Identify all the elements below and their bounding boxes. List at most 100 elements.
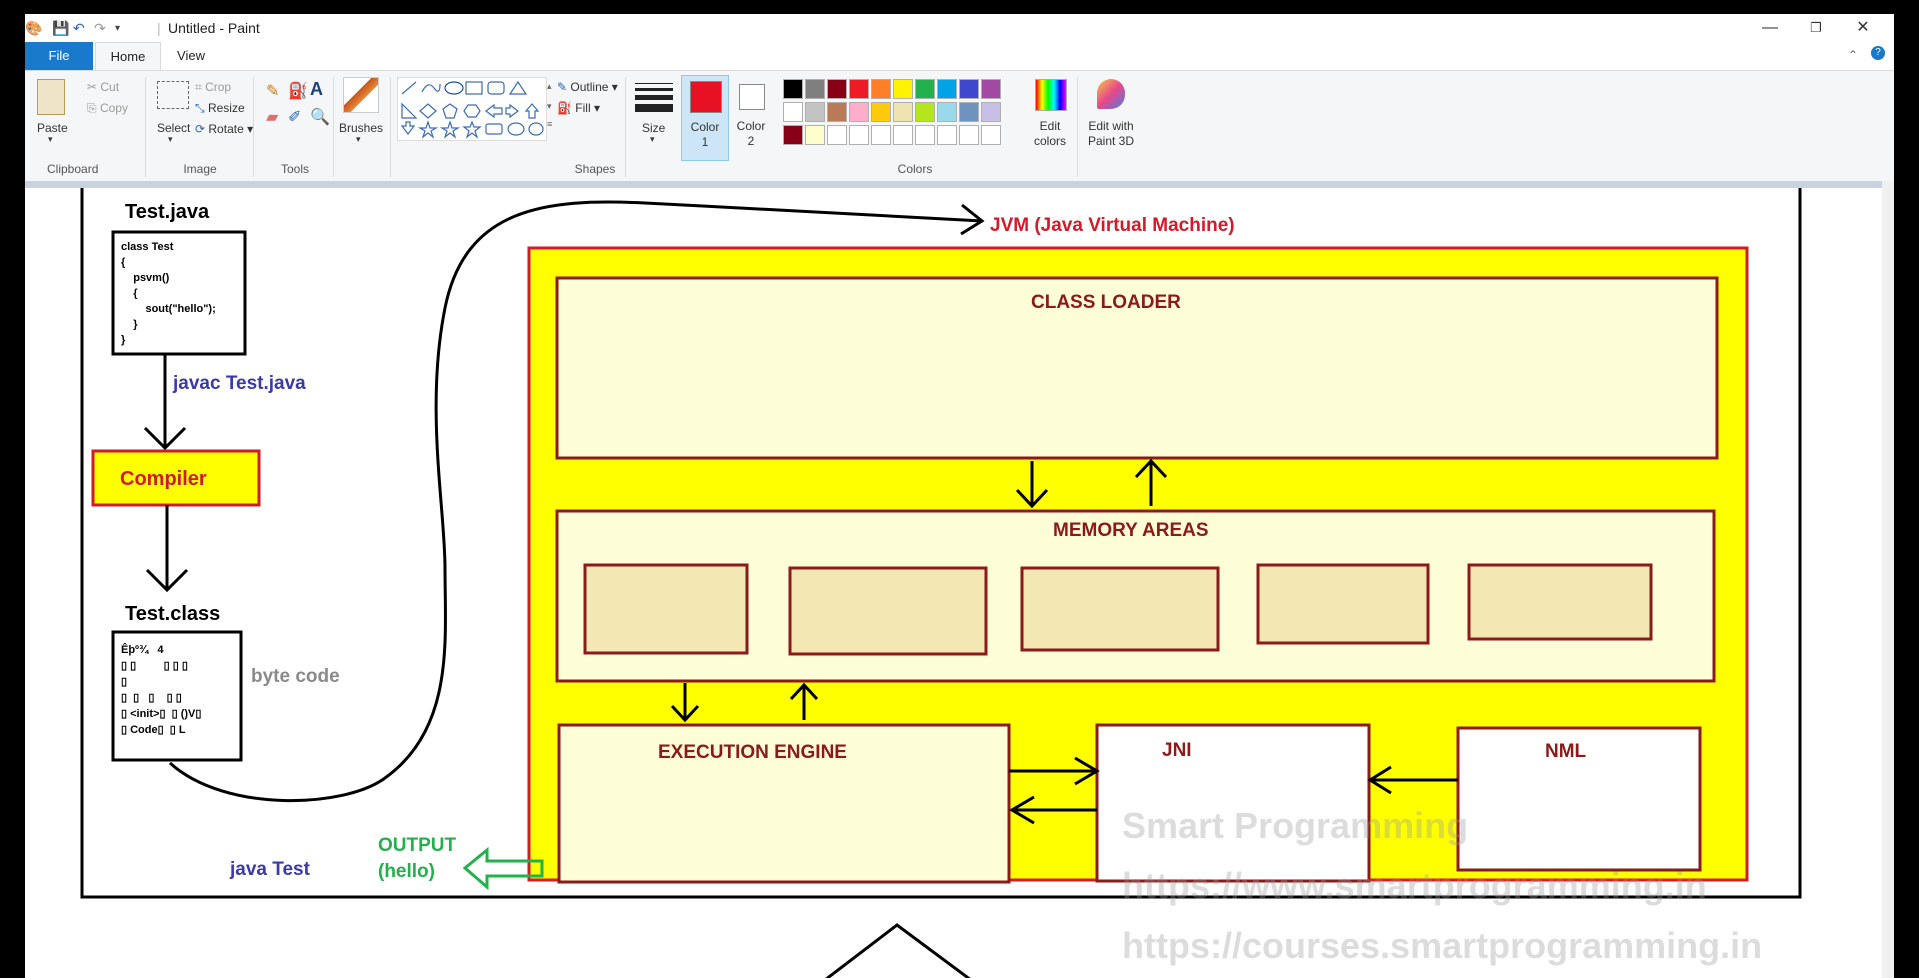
palette-swatch[interactable] bbox=[827, 102, 847, 122]
palette-swatch[interactable] bbox=[827, 79, 847, 99]
jvm-diagram: Test.java class Test { psvm() { sout("hel… bbox=[80, 188, 1802, 978]
palette-swatch[interactable] bbox=[893, 102, 913, 122]
pencil-icon[interactable]: ✎ bbox=[266, 81, 279, 101]
title-bar: 🎨 💾 ↶ ↷ ▾ | Untitled - Paint — ❐ ✕ bbox=[25, 14, 1894, 42]
magnifier-icon[interactable]: 🔍 bbox=[310, 107, 330, 127]
bytecode-line: ▯ ▯ ▯ ▯ ▯ bbox=[121, 692, 182, 704]
execution-engine-label: EXECUTION ENGINE bbox=[658, 742, 847, 763]
palette-swatch[interactable] bbox=[937, 102, 957, 122]
shapes-more-icon[interactable]: ≡ bbox=[547, 119, 552, 129]
memory-area-1 bbox=[583, 563, 749, 655]
code-line: sout("hello"); bbox=[121, 303, 216, 315]
close-button[interactable]: ✕ bbox=[1843, 16, 1883, 40]
code-line: psvm() bbox=[121, 272, 170, 284]
maximize-button[interactable]: ❐ bbox=[1796, 16, 1836, 40]
palette-swatch[interactable] bbox=[981, 125, 1001, 145]
palette-swatch[interactable] bbox=[937, 125, 957, 145]
code-line: } bbox=[121, 319, 138, 331]
vertical-scrollbar[interactable] bbox=[1882, 181, 1894, 978]
palette-swatch[interactable] bbox=[871, 102, 891, 122]
palette-swatch[interactable] bbox=[805, 79, 825, 99]
bytecode-line: ▯ Code▯ ▯ L bbox=[121, 724, 186, 736]
group-separator bbox=[1077, 77, 1078, 177]
ribbon-home: Paste ▾ ✂ Cut ⎘ Copy Clipboard Select ▾ … bbox=[25, 70, 1894, 182]
select-label: Select bbox=[157, 121, 191, 135]
cut-label: Cut bbox=[100, 80, 120, 94]
code-line: { bbox=[121, 288, 138, 300]
palette-swatch[interactable] bbox=[827, 125, 847, 145]
palette-swatch[interactable] bbox=[959, 102, 979, 122]
palette-swatch[interactable] bbox=[805, 125, 825, 145]
color-picker-icon[interactable]: ✐ bbox=[288, 107, 301, 127]
fill-bucket-icon[interactable]: ⛽ bbox=[288, 81, 308, 101]
ribbon-tabs: File Home View ⌃ ? bbox=[25, 42, 1894, 71]
fill-button[interactable]: ⛽ Fill ▾ bbox=[557, 101, 600, 115]
tab-file[interactable]: File bbox=[25, 42, 93, 70]
redo-icon[interactable]: ↷ bbox=[94, 20, 106, 37]
cut-button[interactable]: ✂ Cut bbox=[87, 80, 119, 94]
drawing-canvas[interactable]: Test.java class Test { psvm() { sout("hel… bbox=[25, 188, 1882, 978]
save-icon[interactable]: 💾 bbox=[52, 20, 69, 37]
shapes-gallery[interactable] bbox=[397, 77, 547, 141]
group-separator bbox=[390, 77, 391, 177]
fill-icon: ⛽ bbox=[557, 101, 576, 115]
color1-swatch bbox=[690, 81, 722, 113]
outline-button[interactable]: ✎ Outline ▾ bbox=[557, 80, 618, 94]
palette-swatch[interactable] bbox=[783, 79, 803, 99]
size-label: Size bbox=[642, 121, 666, 135]
palette-swatch[interactable] bbox=[783, 125, 803, 145]
palette-swatch[interactable] bbox=[915, 102, 935, 122]
color2-button[interactable]: Color 2 bbox=[733, 75, 773, 159]
palette-swatch[interactable] bbox=[981, 102, 1001, 122]
palette-swatch[interactable] bbox=[915, 79, 935, 99]
edit-colors-label: Edit colors bbox=[1033, 119, 1066, 148]
eraser-icon[interactable]: ▰ bbox=[266, 107, 278, 127]
customize-quick-access-icon[interactable]: ▾ bbox=[115, 23, 120, 34]
copy-button[interactable]: ⎘ Copy bbox=[87, 101, 128, 116]
bottom-chevron bbox=[825, 923, 971, 978]
size-dropdown-icon: ▾ bbox=[650, 134, 655, 144]
help-icon[interactable]: ? bbox=[1871, 46, 1885, 60]
undo-icon[interactable]: ↶ bbox=[73, 20, 85, 37]
palette-swatch[interactable] bbox=[849, 79, 869, 99]
collapse-ribbon-icon[interactable]: ⌃ bbox=[1848, 48, 1858, 62]
palette-swatch[interactable] bbox=[981, 79, 1001, 99]
copy-icon: ⎘ bbox=[87, 101, 100, 115]
rotate-button[interactable]: ⟳ Rotate ▾ bbox=[195, 122, 253, 136]
palette-swatch[interactable] bbox=[849, 102, 869, 122]
title-divider: | bbox=[157, 20, 161, 36]
fill-label: Fill bbox=[575, 101, 591, 115]
palette-swatch[interactable] bbox=[871, 79, 891, 99]
resize-button[interactable]: ⤡ Resize bbox=[195, 101, 245, 116]
palette-swatch[interactable] bbox=[959, 79, 979, 99]
output-value: (hello) bbox=[378, 861, 435, 882]
compiler-label: Compiler bbox=[120, 468, 207, 490]
palette-swatch[interactable] bbox=[915, 125, 935, 145]
minimize-button[interactable]: — bbox=[1750, 16, 1790, 40]
palette-swatch[interactable] bbox=[959, 125, 979, 145]
tab-view[interactable]: View bbox=[163, 42, 219, 70]
palette-swatch[interactable] bbox=[893, 125, 913, 145]
brushes-label: Brushes bbox=[339, 121, 384, 135]
memory-area-4 bbox=[1256, 563, 1430, 645]
shapes-scroll-up-icon[interactable]: ▴ bbox=[547, 81, 552, 92]
palette-swatch[interactable] bbox=[937, 79, 957, 99]
code-line: { bbox=[121, 257, 126, 269]
text-tool-icon[interactable]: A bbox=[310, 79, 323, 100]
edit-colors-button[interactable]: Edit colors bbox=[1027, 77, 1073, 161]
edit-with-paint3d-button[interactable]: Edit with Paint 3D bbox=[1081, 77, 1141, 161]
crop-button[interactable]: ⌗ Crop bbox=[195, 80, 231, 95]
palette-swatch[interactable] bbox=[871, 125, 891, 145]
palette-swatch[interactable] bbox=[783, 102, 803, 122]
paint-app-icon[interactable]: 🎨 bbox=[25, 20, 42, 37]
group-label-tools: Tools bbox=[280, 162, 309, 176]
memory-area-3 bbox=[1020, 566, 1220, 652]
palette-swatch[interactable] bbox=[805, 102, 825, 122]
color1-button[interactable]: Color 1 bbox=[681, 75, 729, 161]
canvas-area: Test.java class Test { psvm() { sout("hel… bbox=[25, 181, 1894, 978]
tab-home[interactable]: Home bbox=[95, 42, 161, 71]
resize-label: Resize bbox=[207, 101, 245, 115]
palette-swatch[interactable] bbox=[849, 125, 869, 145]
shapes-scroll-down-icon[interactable]: ▾ bbox=[547, 101, 552, 112]
palette-swatch[interactable] bbox=[893, 79, 913, 99]
